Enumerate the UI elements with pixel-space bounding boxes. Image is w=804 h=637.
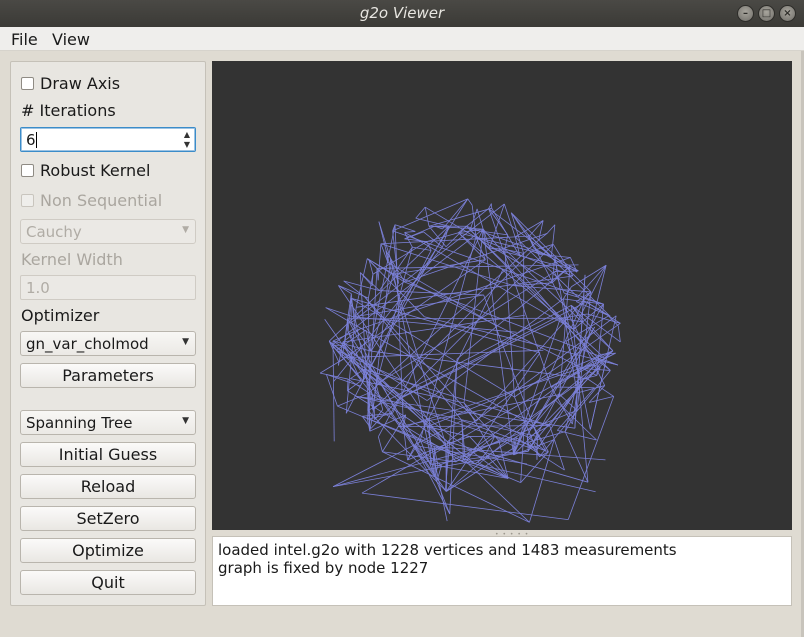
graph-edge: [469, 208, 478, 230]
graph-edge: [363, 368, 550, 426]
kernel-width-label: Kernel Width: [21, 250, 123, 269]
robust-kernel-checkbox[interactable]: Robust Kernel: [21, 161, 150, 180]
menu-view[interactable]: View: [52, 30, 90, 49]
title-bar: g2o Viewer – □ ×: [0, 0, 804, 27]
maximize-icon[interactable]: □: [758, 5, 775, 22]
spin-arrows[interactable]: ▲ ▼: [181, 129, 193, 150]
graph-edge: [424, 316, 619, 366]
optimizer-select[interactable]: gn_var_cholmod ▼: [20, 331, 196, 356]
graph-edge: [446, 350, 614, 492]
chevron-down-icon[interactable]: ▼: [182, 416, 189, 426]
initial-guess-select-value: Spanning Tree: [26, 414, 133, 432]
graph-edge: [347, 379, 349, 391]
graph-edge: [364, 296, 463, 421]
graph-edge: [355, 395, 575, 429]
graph-edge: [442, 198, 469, 230]
close-icon[interactable]: ×: [779, 5, 796, 22]
initial-guess-select[interactable]: Spanning Tree ▼: [20, 410, 196, 435]
graph-edge: [430, 450, 529, 465]
minimize-icon[interactable]: –: [737, 5, 754, 22]
graph-edge: [368, 274, 374, 299]
non-sequential-checkbox: Non Sequential: [21, 191, 162, 210]
graph-edge: [444, 358, 458, 491]
checkbox-box[interactable]: [21, 77, 34, 90]
checkbox-box: [21, 194, 34, 207]
reload-button[interactable]: Reload: [20, 474, 196, 499]
menu-bar: File View: [0, 27, 804, 51]
graph-edge: [550, 224, 556, 257]
graph-edge: [377, 243, 382, 281]
parameters-button[interactable]: Parameters: [20, 363, 196, 388]
spin-down-icon[interactable]: ▼: [184, 140, 190, 150]
log-output: loaded intel.g2o with 1228 vertices and …: [212, 536, 792, 606]
graph-edge: [483, 294, 538, 437]
graph-edge: [437, 465, 509, 479]
graph-edge: [617, 325, 621, 342]
graph-edge: [466, 225, 556, 258]
kernel-width-field: 1.0: [20, 275, 196, 300]
chevron-down-icon: ▼: [182, 225, 189, 235]
chevron-down-icon[interactable]: ▼: [182, 337, 189, 347]
graph-edge: [427, 426, 448, 522]
graph-edge: [539, 451, 549, 458]
quit-button[interactable]: Quit: [20, 570, 196, 595]
optimizer-label: Optimizer: [21, 306, 100, 325]
graph-edge: [589, 360, 607, 430]
graph-edge: [404, 231, 416, 233]
kernel-select-value: Cauchy: [26, 223, 82, 241]
graph-edge: [370, 198, 469, 352]
graph-edges: [319, 198, 621, 523]
graph-edge: [347, 317, 561, 320]
graph-edge: [571, 305, 614, 352]
graph-edge: [332, 437, 517, 487]
robust-kernel-label: Robust Kernel: [40, 161, 151, 180]
graph-edge: [364, 296, 477, 422]
graph-edge: [466, 225, 611, 371]
graph-edge: [554, 270, 579, 273]
kernel-select: Cauchy ▼: [20, 219, 196, 244]
graph-edge: [415, 206, 426, 219]
iterations-label: # Iterations: [21, 101, 116, 120]
optimizer-select-value: gn_var_cholmod: [26, 335, 149, 353]
graph-edge: [567, 396, 615, 520]
graph-edge: [332, 341, 335, 442]
graph-viewer[interactable]: [212, 61, 792, 530]
checkbox-box[interactable]: [21, 164, 34, 177]
graph-edge: [527, 233, 611, 317]
graph-edge: [350, 378, 362, 382]
iterations-value: 6: [26, 131, 36, 149]
kernel-width-value: 1.0: [26, 279, 50, 297]
graph-edge: [359, 272, 373, 287]
graph-edge: [320, 372, 349, 380]
log-line: loaded intel.g2o with 1228 vertices and …: [218, 541, 677, 559]
graph-edge: [351, 297, 541, 354]
initial-guess-button[interactable]: Initial Guess: [20, 442, 196, 467]
control-panel: Draw Axis # Iterations 6 ▲ ▼ Robust Kern…: [10, 61, 206, 606]
graph-edge: [513, 360, 607, 456]
graph-edge: [475, 291, 592, 422]
graph-edge: [350, 322, 534, 427]
graph-edge: [377, 436, 383, 452]
setzero-button[interactable]: SetZero: [20, 506, 196, 531]
pose-graph-canvas[interactable]: [212, 61, 792, 530]
non-sequential-label: Non Sequential: [40, 191, 163, 210]
iterations-spinbox[interactable]: 6 ▲ ▼: [20, 127, 196, 152]
menu-file[interactable]: File: [11, 30, 38, 49]
draw-axis-label: Draw Axis: [40, 74, 121, 93]
spin-up-icon[interactable]: ▲: [184, 130, 190, 140]
text-cursor: [36, 132, 37, 148]
graph-edge: [467, 198, 473, 206]
draw-axis-checkbox[interactable]: Draw Axis: [21, 74, 120, 93]
graph-edge: [589, 396, 614, 403]
graph-edge: [488, 203, 492, 209]
optimize-button[interactable]: Optimize: [20, 538, 196, 563]
window-title: g2o Viewer: [359, 4, 445, 22]
log-line: graph is fixed by node 1227: [218, 559, 429, 577]
